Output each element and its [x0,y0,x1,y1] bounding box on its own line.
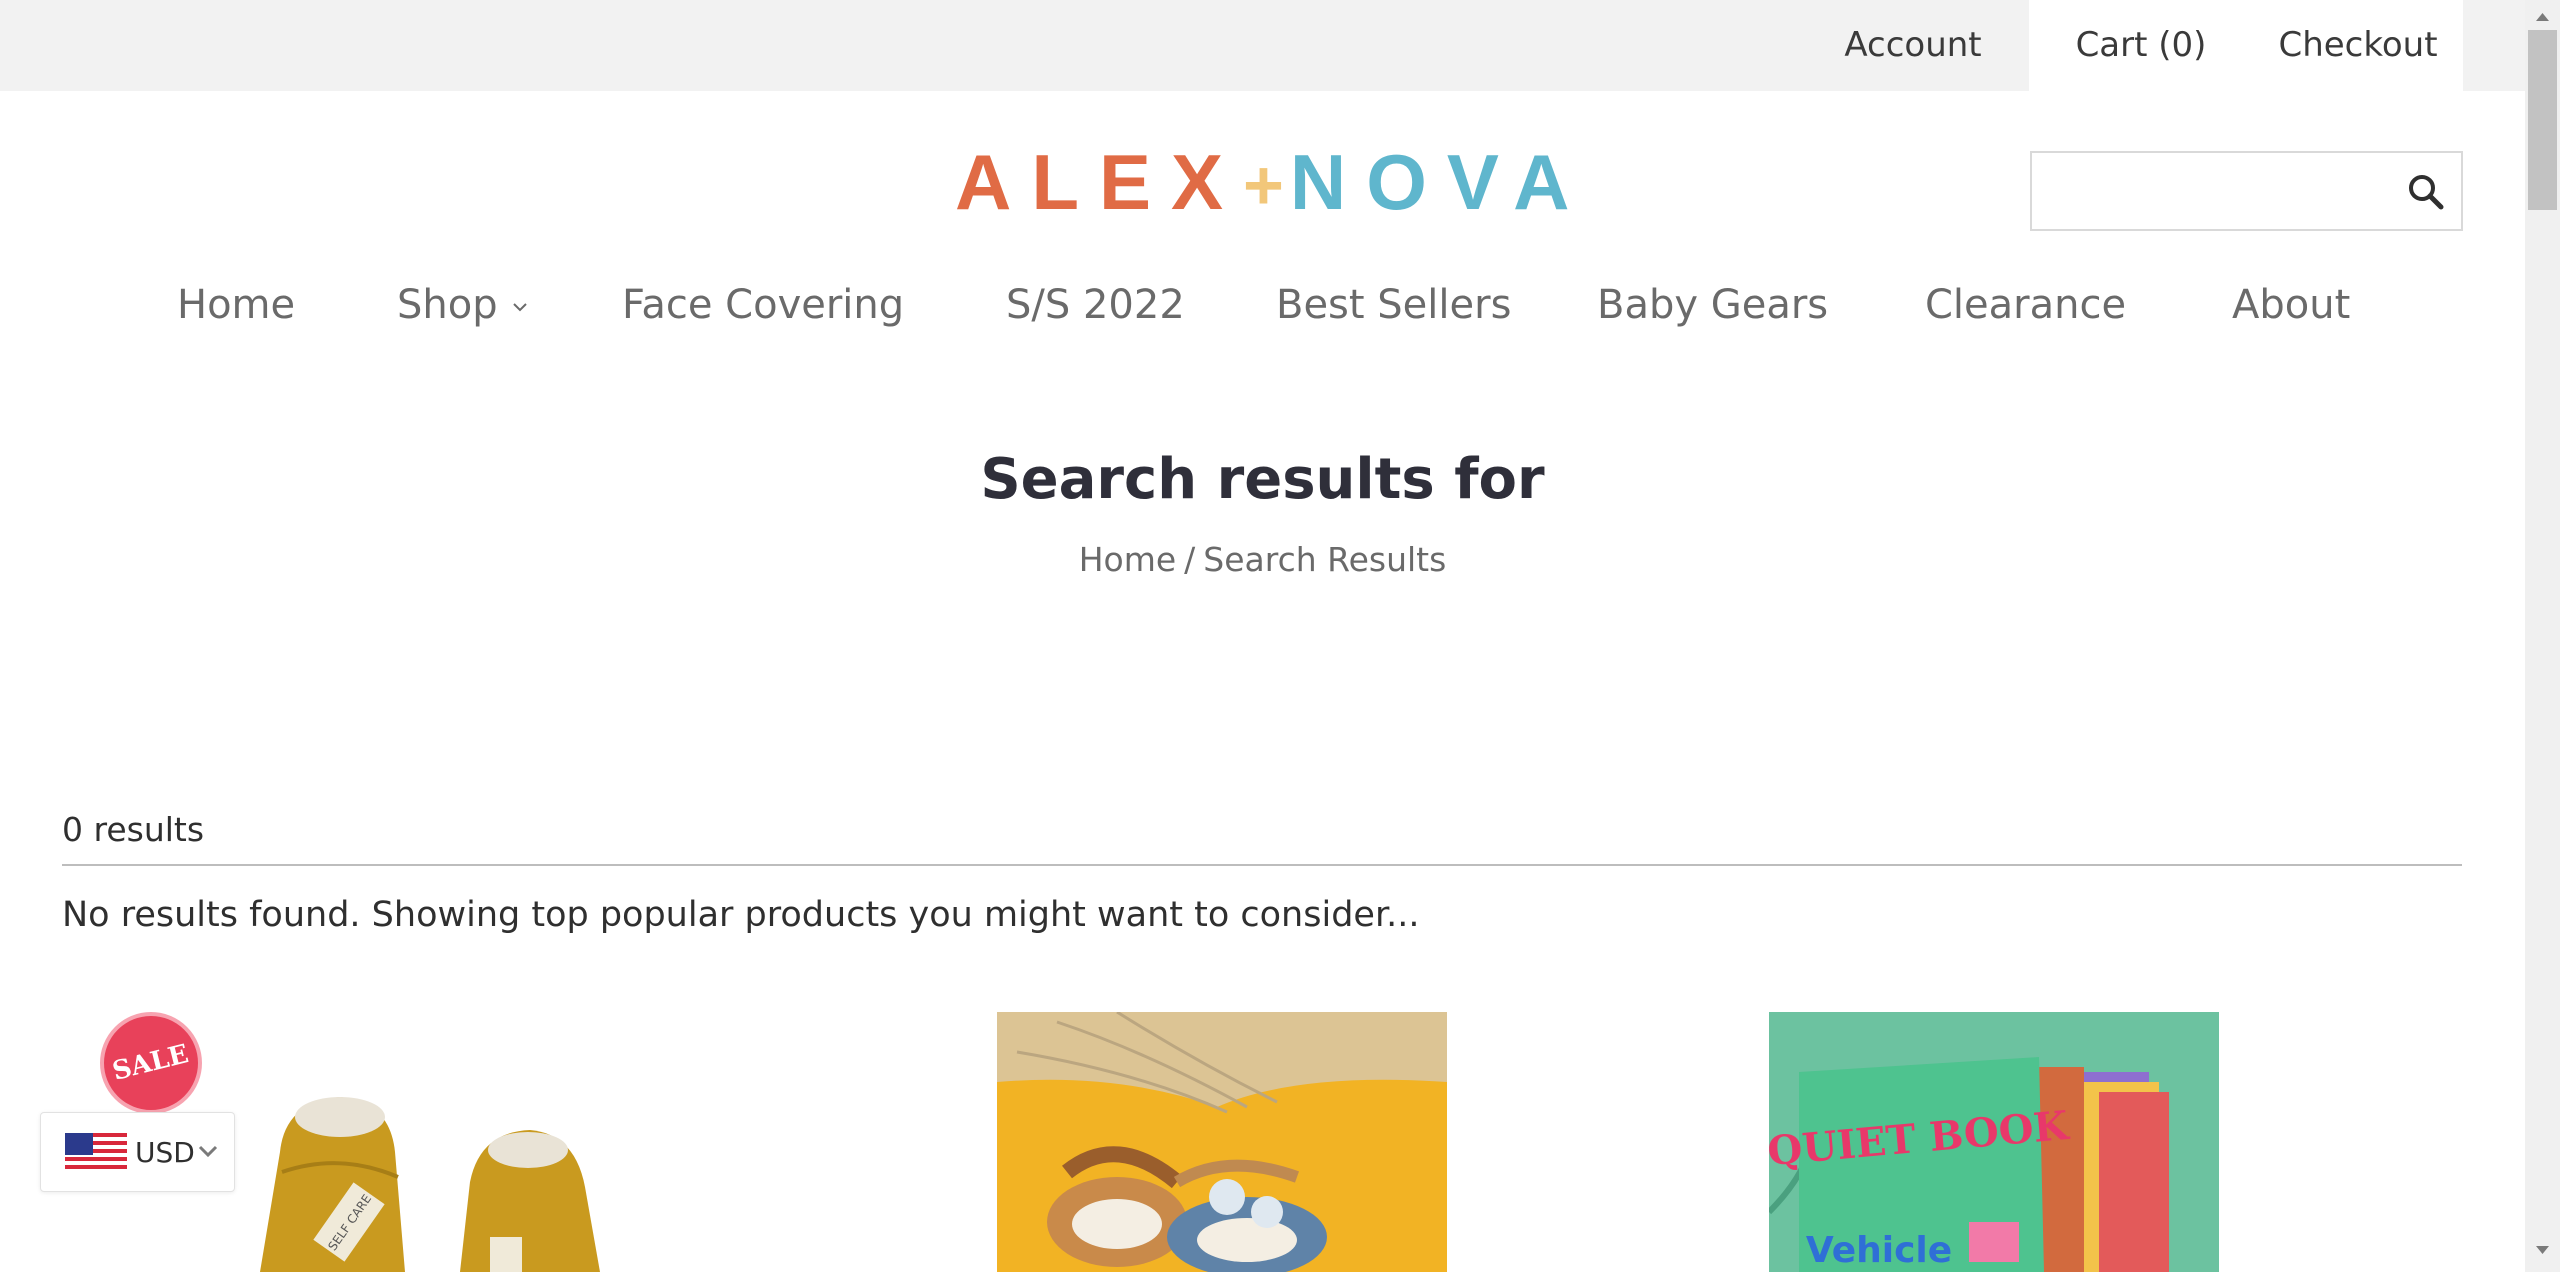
search-box [2030,151,2463,231]
breadcrumb: Home / Search Results [0,535,2525,585]
breadcrumb-separator: / [1184,540,1196,579]
nav-item-home[interactable]: Home [177,270,295,340]
nav-item-shop-label: Shop [397,282,498,328]
page-title: Search results for [980,447,1545,512]
nav-item-clearance[interactable]: Clearance [1925,270,2126,340]
product-card-sock-shoes[interactable]: SELF CARE [190,1012,640,1272]
product-card-quiet-book[interactable]: QUIET BOOK Vehicle [1769,1012,2219,1272]
account-link[interactable]: Account [1820,0,2006,91]
book-subtitle-text: Vehicle [1806,1230,1952,1271]
cart-link[interactable]: Cart (0) [2029,0,2253,91]
us-flag-icon [65,1133,127,1173]
nav-item-face-covering[interactable]: Face Covering [622,270,904,340]
top-utility-bar: Account Cart (0) Checkout [0,0,2525,91]
divider [62,864,2462,866]
product-image-quiet-book: QUIET BOOK Vehicle [1769,1012,2219,1272]
breadcrumb-home[interactable]: Home [1079,540,1176,579]
brand-logo[interactable]: ALEX+NOVA [955,142,1570,224]
chevron-down-icon [512,303,527,312]
main-navigation: Home Shop Face Covering S/S 2022 Best Se… [0,270,2525,340]
nav-item-baby-gears[interactable]: Baby Gears [1597,270,1828,340]
product-card-sandals[interactable] [997,1012,1447,1272]
currency-code: USD [135,1136,195,1169]
logo-text-nova: NOVA [1289,138,1590,226]
chevron-down-icon [198,1145,218,1158]
scroll-down-arrow-icon[interactable] [2535,1245,2550,1255]
logo-text-alex: ALEX [955,138,1244,226]
search-input[interactable] [2046,165,2396,219]
product-image-sock-shoes: SELF CARE [190,1012,640,1272]
checkout-link[interactable]: Checkout [2253,0,2463,91]
sale-badge: SALE [100,1012,202,1114]
no-results-message: No results found. Showing top popular pr… [62,895,1420,935]
nav-item-best-sellers[interactable]: Best Sellers [1276,270,1511,340]
logo-plus: + [1243,146,1290,224]
product-image-sandals [997,1012,1447,1272]
nav-item-ss-2022[interactable]: S/S 2022 [1006,270,1185,340]
search-icon[interactable] [2405,171,2447,213]
currency-selector[interactable]: USD [40,1112,235,1192]
nav-item-about[interactable]: About [2232,270,2350,340]
breadcrumb-current: Search Results [1203,540,1447,579]
scrollbar-thumb[interactable] [2528,30,2557,210]
results-count: 0 results [62,810,205,849]
sale-badge-text: SALE [109,1039,193,1087]
nav-item-shop[interactable]: Shop [397,270,528,340]
page-scrollbar[interactable] [2525,0,2560,1272]
scroll-up-arrow-icon[interactable] [2535,12,2550,22]
